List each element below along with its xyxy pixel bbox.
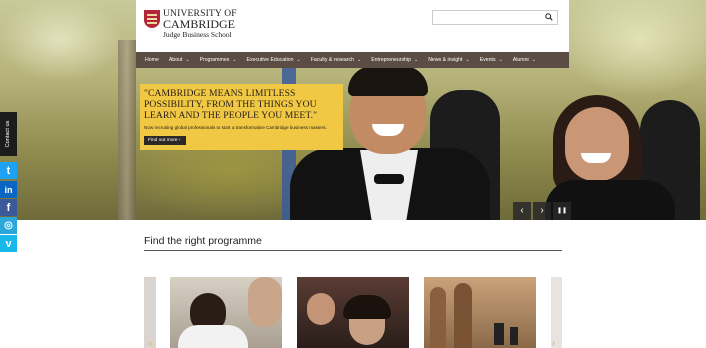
slider-prev-button[interactable]: ‹ xyxy=(513,202,531,220)
linkedin-icon[interactable]: in xyxy=(0,181,17,198)
chevron-down-icon: ⌄ xyxy=(413,57,419,63)
nav-item-alumni[interactable]: Alumni ⌄ xyxy=(508,52,541,68)
heading-divider xyxy=(144,250,562,251)
logo-judge[interactable]: Judge Business School xyxy=(163,30,232,39)
programme-card[interactable] xyxy=(424,277,536,348)
nav-item-entrepreneurship[interactable]: Entrepreneurship ⌄ xyxy=(366,52,423,68)
chevron-down-icon: ⌄ xyxy=(498,57,503,63)
chevron-down-icon: ⌄ xyxy=(465,57,470,63)
hero-quote: "CAMBRIDGE MEANS LIMITLESS POSSIBILITY, … xyxy=(144,88,318,121)
chevron-down-icon: ⌄ xyxy=(356,57,362,63)
carousel-next-arrow[interactable]: › xyxy=(552,338,555,348)
chevron-down-icon: ⌄ xyxy=(185,57,190,63)
chevron-down-icon: ⌄ xyxy=(296,57,301,63)
slider-next-button[interactable]: › xyxy=(533,202,551,220)
nav-item-home[interactable]: Home xyxy=(140,52,164,68)
search-input[interactable] xyxy=(433,11,543,24)
find-programme-heading: Find the right programme xyxy=(144,235,262,247)
site-header: UNIVERSITY OF CAMBRIDGE Judge Business S… xyxy=(136,0,569,52)
main-nav: Home About ⌄ Programmes ⌄ Executive Educat… xyxy=(136,52,569,68)
nav-item-executive-education[interactable]: Executive Education ⌄ xyxy=(242,52,306,68)
search-icon[interactable] xyxy=(545,13,553,21)
chevron-down-icon: ⌄ xyxy=(232,57,237,63)
nav-item-news-insight[interactable]: News & insight ⌄ xyxy=(423,52,475,68)
vimeo-icon[interactable]: v xyxy=(0,235,17,252)
hero-pillar xyxy=(118,40,136,220)
programme-card[interactable] xyxy=(170,277,282,348)
twitter-icon[interactable]: t xyxy=(0,162,17,179)
nav-item-events[interactable]: Events ⌄ xyxy=(475,52,508,68)
nav-item-programmes[interactable]: Programmes ⌄ xyxy=(195,52,242,68)
contact-us-label: Contact us xyxy=(5,120,11,148)
hero-quote-box: "CAMBRIDGE MEANS LIMITLESS POSSIBILITY, … xyxy=(140,84,343,150)
slider-pause-button[interactable]: ❚❚ xyxy=(553,202,571,220)
instagram-icon[interactable]: ◎ xyxy=(0,217,17,234)
hero-subtext: Now recruiting global professionals to s… xyxy=(144,125,327,130)
cambridge-crest-logo[interactable] xyxy=(144,10,160,28)
nav-item-about[interactable]: About ⌄ xyxy=(164,52,195,68)
carousel-prev-arrow[interactable]: ‹ xyxy=(149,338,152,348)
search-box xyxy=(432,10,558,25)
logo-cambridge[interactable]: CAMBRIDGE xyxy=(163,18,235,30)
find-out-more-button[interactable]: Find out more › xyxy=(144,136,186,145)
nav-item-faculty-research[interactable]: Faculty & research ⌄ xyxy=(306,52,366,68)
facebook-icon[interactable]: f xyxy=(0,199,17,216)
chevron-down-icon: ⌄ xyxy=(531,57,536,63)
programme-card[interactable] xyxy=(297,277,409,348)
contact-us-tab[interactable]: Contact us xyxy=(0,112,17,156)
